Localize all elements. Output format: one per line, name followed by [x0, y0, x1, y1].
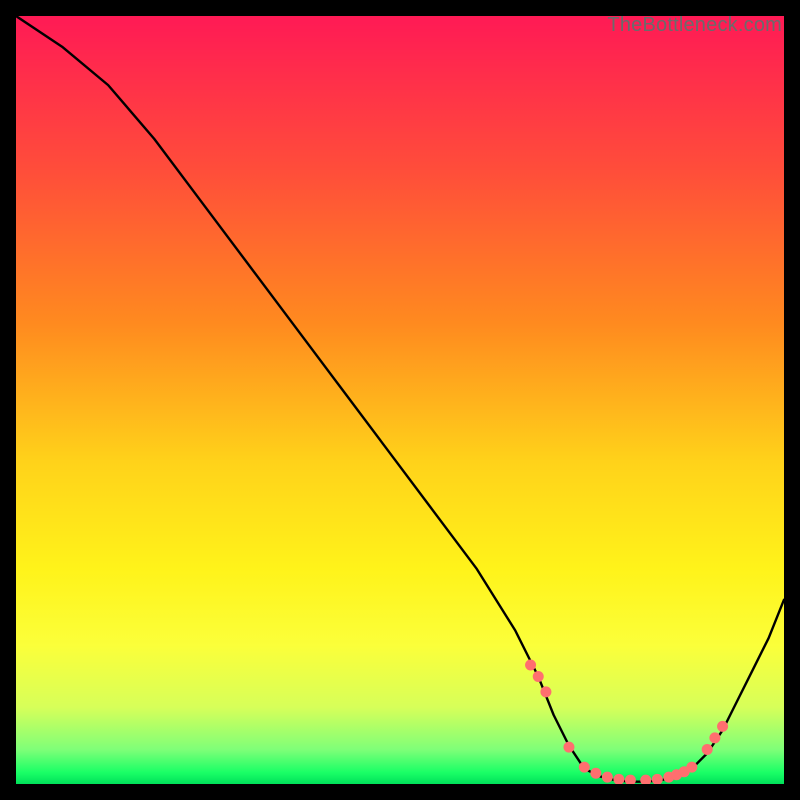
marker-dot: [563, 742, 574, 753]
bottleneck-chart: [16, 16, 784, 784]
marker-dot: [686, 762, 697, 773]
marker-dot: [540, 686, 551, 697]
marker-dot: [717, 721, 728, 732]
marker-dot: [533, 671, 544, 682]
marker-dot: [709, 732, 720, 743]
gradient-background: [16, 16, 784, 784]
marker-dot: [590, 768, 601, 779]
watermark-text: TheBottleneck.com: [607, 14, 782, 37]
chart-frame: TheBottleneck.com: [16, 16, 784, 784]
marker-dot: [579, 762, 590, 773]
marker-dot: [702, 744, 713, 755]
marker-dot: [525, 659, 536, 670]
marker-dot: [602, 772, 613, 783]
